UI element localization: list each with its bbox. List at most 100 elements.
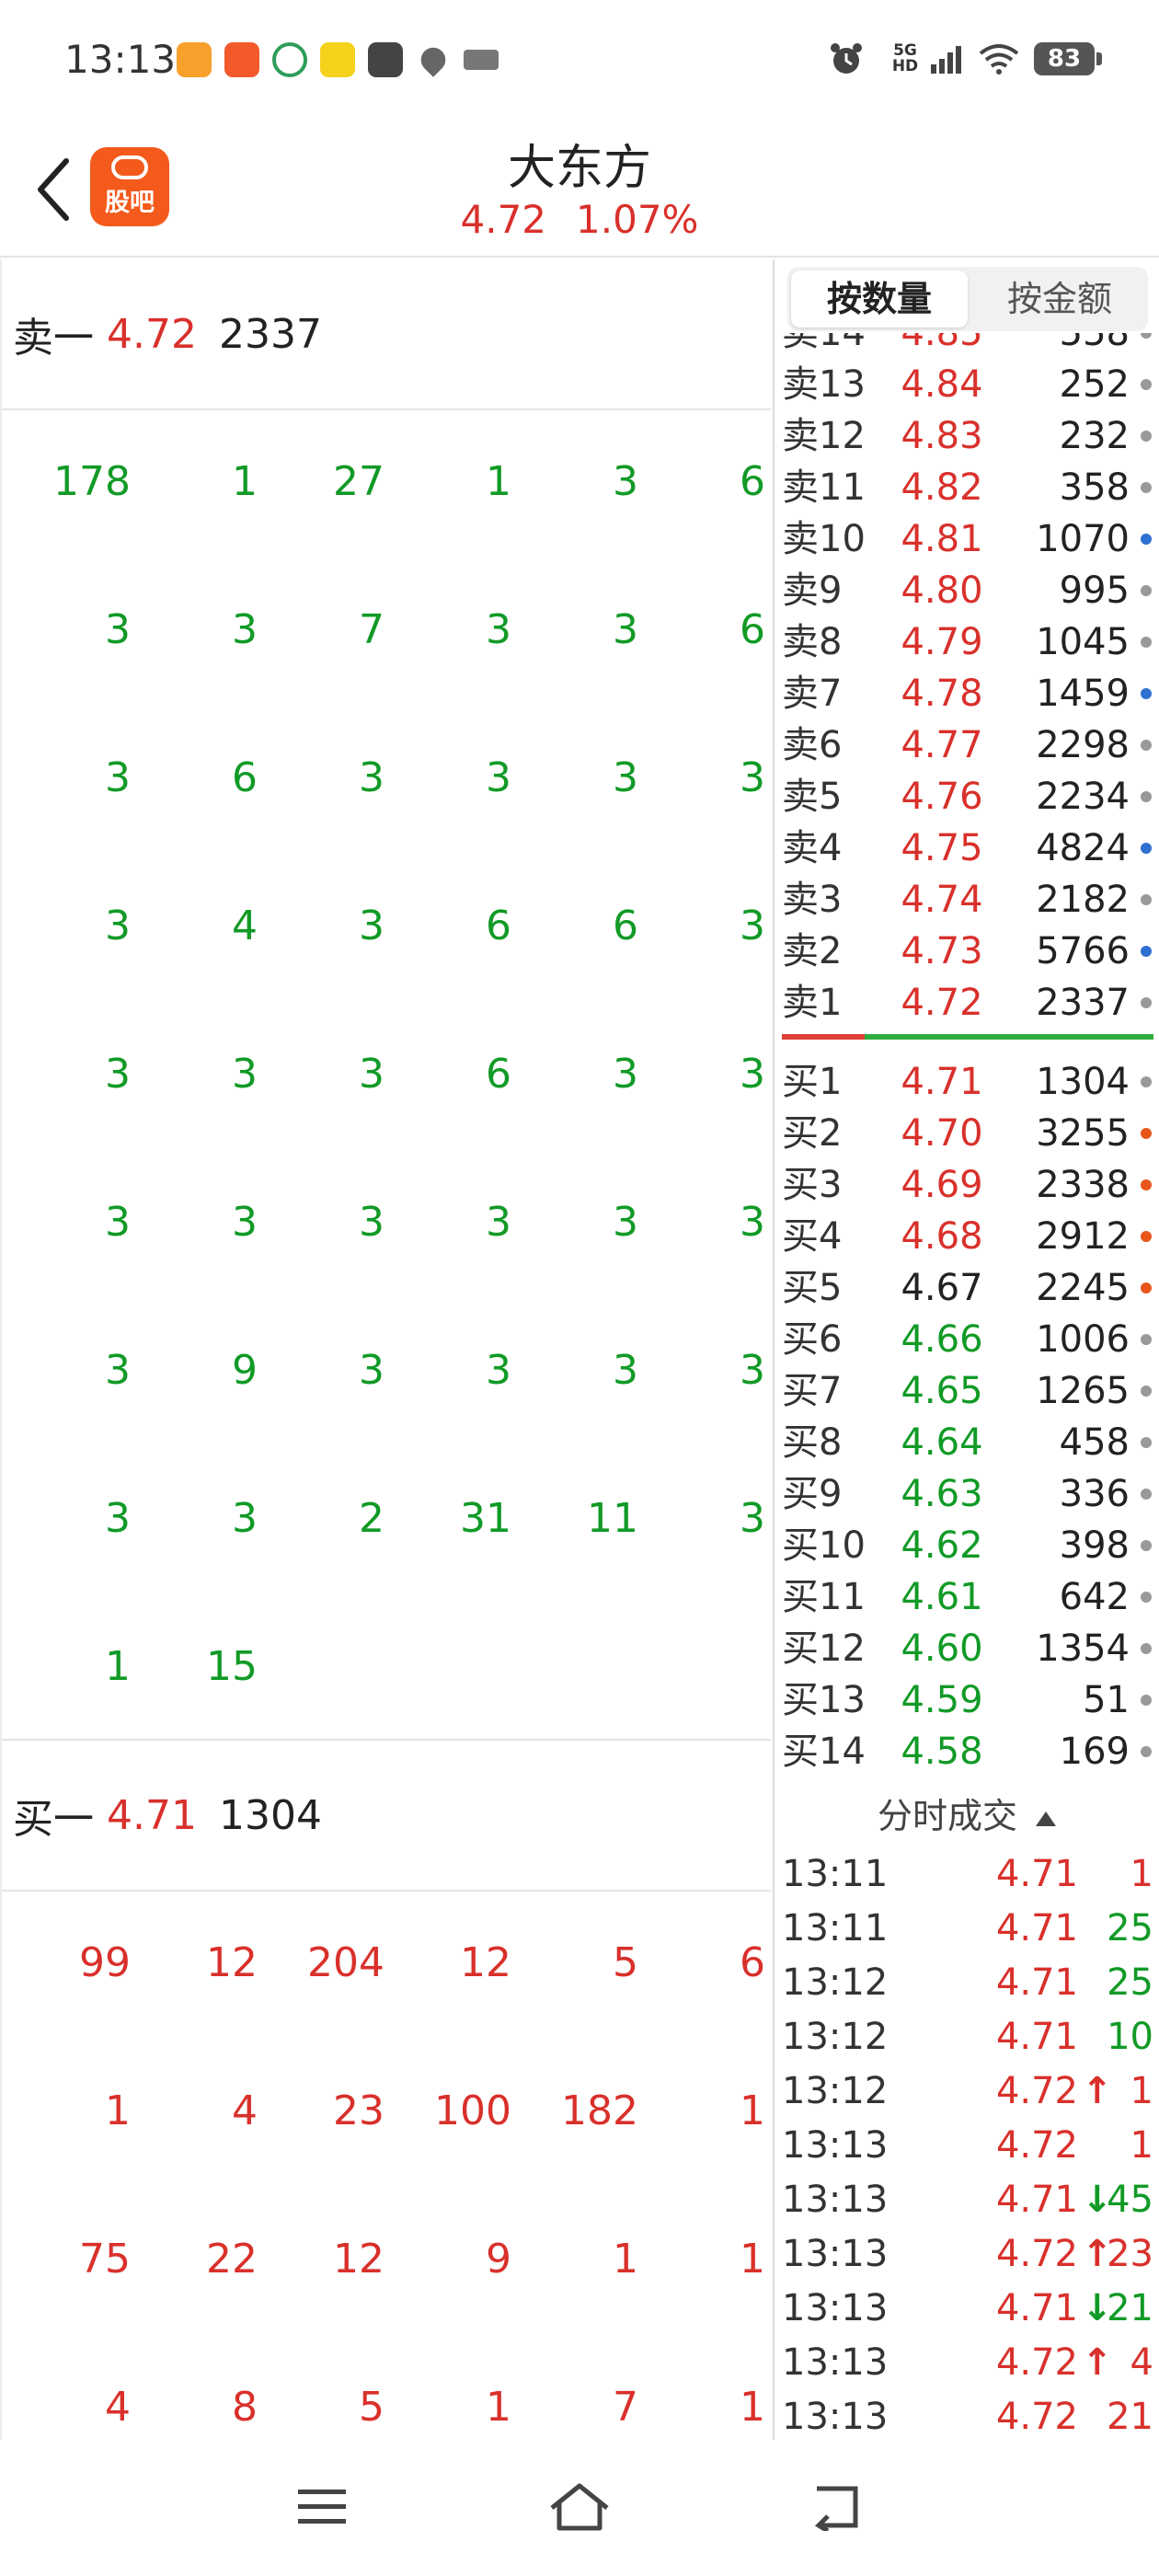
level-dot-icon: [1141, 1695, 1152, 1706]
queue-cell: 3: [486, 1347, 511, 1394]
handshake-icon: [464, 50, 499, 70]
level-price: 4.65: [901, 1370, 983, 1412]
queue-cell: 8: [232, 2384, 258, 2431]
queue-cell: 6: [613, 903, 638, 949]
level-label: 买13: [782, 1679, 866, 1721]
trade-row: 13:13 4.72 1: [775, 2119, 1159, 2172]
trade-qty: 45: [1107, 2179, 1153, 2221]
queue-cell: 31: [460, 1495, 511, 1542]
order-level-row: 卖2 4.73 5766: [775, 926, 1159, 977]
queue-cell: 1: [486, 2384, 511, 2431]
trade-time: 13:13: [782, 2233, 889, 2275]
trade-row: 13:13 4.72 ↑ 4: [775, 2336, 1159, 2389]
level-label: 卖3: [782, 879, 843, 921]
level-price: 4.85: [901, 333, 983, 354]
alarm-icon: [831, 43, 862, 74]
level-dot-icon: [1141, 1076, 1152, 1087]
queue-cell: 3: [105, 1347, 131, 1394]
trade-time: 13:11: [782, 1853, 889, 1895]
tab-by-quantity[interactable]: 按数量: [791, 270, 968, 328]
level-qty: 458: [1059, 1421, 1130, 1464]
location-icon: [416, 42, 451, 77]
trade-time: 13:13: [782, 2124, 889, 2167]
trade-row: 13:12 4.71 25: [775, 1956, 1159, 2009]
wifi-icon: [979, 44, 1019, 75]
status-bar: 13:13 5G HD 83: [0, 0, 1159, 120]
level-qty: 252: [1059, 363, 1130, 406]
queue-cell: 1: [740, 2087, 765, 2134]
level-qty: 2245: [1036, 1267, 1130, 1309]
level-label: 买9: [782, 1473, 843, 1515]
bank-app-icon: [272, 42, 307, 77]
level-qty: 1265: [1036, 1370, 1130, 1412]
trade-price: 4.72: [995, 2233, 1078, 2275]
level-label: 买8: [782, 1421, 843, 1464]
back-nav-button[interactable]: [800, 2475, 874, 2539]
sell1-summary: 卖一 4.72 2337: [2, 259, 771, 410]
level-label: 买5: [782, 1267, 843, 1309]
level-price: 4.59: [901, 1679, 983, 1721]
trade-row: 13:13 4.72 21: [775, 2390, 1159, 2440]
queue-cell: 3: [105, 1199, 131, 1246]
queue-cell: 100: [434, 2087, 511, 2134]
home-button[interactable]: [543, 2475, 616, 2539]
delivery-app-icon: [320, 42, 355, 77]
level-dot-icon: [1141, 946, 1152, 957]
battery-level: 83: [1047, 45, 1082, 73]
level-qty: 2337: [1036, 982, 1130, 1024]
level-dot-icon: [1141, 1592, 1152, 1603]
order-level-row: 买1 4.71 1304: [775, 1056, 1159, 1108]
arrow-up-icon: ↑: [1082, 2070, 1113, 2112]
arrow-up-icon: ↑: [1082, 2233, 1113, 2275]
buy1-price: 4.71: [107, 1791, 197, 1839]
level-label: 卖5: [782, 776, 843, 818]
queue-cell: 7: [613, 2384, 638, 2431]
level-qty: 1354: [1036, 1627, 1130, 1670]
menu-button[interactable]: [285, 2475, 359, 2539]
order-level-row: 买6 4.66 1006: [775, 1314, 1159, 1365]
level-label: 卖13: [782, 363, 866, 406]
fenshi-toggle[interactable]: 分时成交: [775, 1787, 1159, 1846]
bid-ask-ratio-bar: [782, 1034, 1153, 1040]
queue-cell: 3: [613, 1347, 638, 1394]
level-label: 卖11: [782, 466, 866, 509]
trade-qty: 10: [1107, 2016, 1153, 2058]
level-price: 4.68: [901, 1215, 983, 1258]
level-dot-icon: [1141, 482, 1152, 493]
level-dot-icon: [1141, 740, 1152, 751]
level-qty: 2234: [1036, 776, 1130, 818]
level-label: 卖10: [782, 518, 866, 560]
queue-cell: 12: [333, 2236, 384, 2283]
queue-cell: 3: [613, 606, 638, 653]
level-dot-icon: [1141, 1334, 1152, 1345]
level-price: 4.71: [901, 1061, 983, 1103]
level-qty: 995: [1059, 569, 1130, 612]
sell1-qty: 2337: [218, 310, 322, 358]
tab-by-amount[interactable]: 按金额: [971, 267, 1148, 331]
level-dot-icon: [1141, 1437, 1152, 1448]
queue-cell: 178: [53, 458, 131, 505]
order-level-row: 买14 4.58 169: [775, 1726, 1159, 1777]
sell-levels: 卖14 4.85 558 卖13 4.84 252 卖12 4.83 232 卖11 4.82 358…: [775, 333, 1159, 1032]
buy1-label: 买一: [13, 1796, 94, 1843]
level-label: 卖7: [782, 673, 843, 715]
arrow-down-icon: ↓: [1082, 2287, 1113, 2329]
order-level-row: 买13 4.59 51: [775, 1674, 1159, 1726]
order-level-row: 卖14 4.85 558: [775, 333, 1159, 359]
order-queue-panel: 卖一 4.72 2337 178 1 27 1 3 6 3 3 7 3 3 6 3 6 3 3 3 3 3 4 3 6 6 3…: [0, 259, 771, 2440]
trade-price: 4.72: [995, 2341, 1078, 2384]
queue-cell: 7: [359, 606, 384, 653]
trade-qty: 23: [1107, 2233, 1153, 2275]
level-dot-icon: [1141, 637, 1152, 648]
queue-cell: 1: [740, 2236, 765, 2283]
level-qty: 5766: [1036, 930, 1130, 972]
queue-cell: 3: [105, 1051, 131, 1098]
level-dot-icon: [1141, 997, 1152, 1008]
order-level-row: 买7 4.65 1265: [775, 1365, 1159, 1417]
order-level-row: 卖7 4.78 1459: [775, 668, 1159, 719]
queue-cell: 22: [206, 2236, 258, 2283]
level-dot-icon: [1141, 1179, 1152, 1190]
level-price: 4.79: [901, 621, 983, 663]
status-app-icons: [177, 42, 499, 77]
level-dot-icon: [1141, 1386, 1152, 1397]
